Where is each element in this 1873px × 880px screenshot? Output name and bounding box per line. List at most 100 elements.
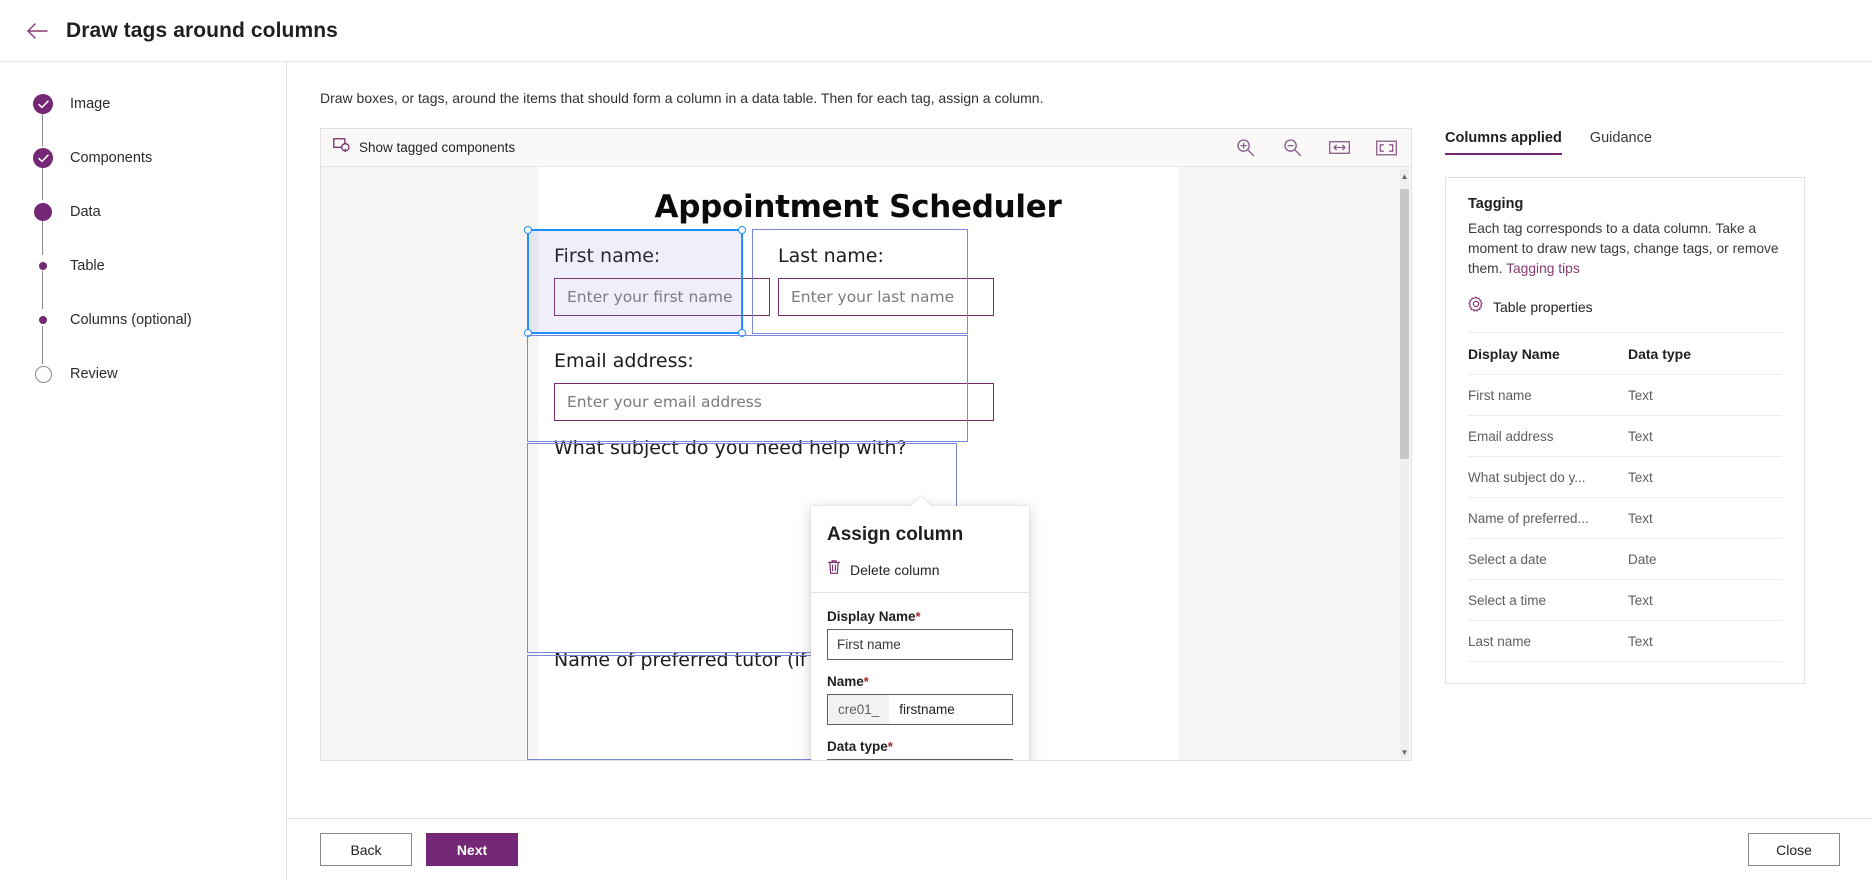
table-row[interactable]: Name of preferred... Text [1468,497,1782,539]
panel-tabs: Columns applied Guidance [1445,130,1805,155]
next-button[interactable]: Next [426,833,518,866]
top-header: Draw tags around columns [0,0,1873,62]
sidebar-item-image[interactable]: Image [0,90,286,118]
fit-width-icon[interactable] [1328,137,1350,159]
check-circle-icon [33,148,53,168]
cell-data-type: Text [1628,415,1782,457]
sidebar-item-label: Components [70,150,153,166]
table-header-row: Display Name Data type [1468,333,1782,375]
sidebar-item-columns[interactable]: Columns (optional) [0,306,286,334]
form-document-title: Appointment Scheduler [654,189,1062,225]
cell-display-name: First name [1468,374,1628,416]
step-marker [32,255,54,277]
columns-table-body: First name Text Email address Text What … [1468,374,1782,662]
close-button[interactable]: Close [1748,833,1840,866]
data-type-label: Data type* [827,739,893,754]
sidebar-item-review[interactable]: Review [0,360,286,388]
table-row[interactable]: Select a date Date [1468,538,1782,580]
show-tagged-components-button[interactable]: Show tagged components [333,137,516,158]
cell-data-type: Text [1628,456,1782,498]
display-name-label: Display Name* [827,609,921,624]
sidebar-item-label: Columns (optional) [70,312,192,328]
table-properties-label: Table properties [1493,298,1593,315]
column-header-display-name: Display Name [1468,333,1628,375]
step-marker [32,309,54,331]
tag-box-last-name[interactable] [752,229,968,334]
tab-columns-applied[interactable]: Columns applied [1445,130,1562,155]
empty-step-dot-icon [34,365,52,383]
sidebar-item-label: Data [70,204,101,220]
columns-applied-table: Display Name Data type First name Text E… [1468,333,1782,662]
table-row[interactable]: Last name Text [1468,620,1782,662]
check-circle-icon [33,94,53,114]
required-marker: * [863,674,869,689]
step-marker [32,93,54,115]
back-button[interactable]: Back [320,833,412,866]
fit-screen-icon[interactable] [1375,137,1397,159]
pending-step-dot-icon [39,316,47,324]
cell-display-name: Select a date [1468,538,1628,580]
step-marker [32,147,54,169]
zoom-in-icon[interactable] [1234,137,1256,159]
right-panel: Columns applied Guidance Tagging Each ta… [1445,128,1805,880]
table-row[interactable]: First name Text [1468,374,1782,416]
table-row[interactable]: Select a time Text [1468,579,1782,621]
display-name-input[interactable]: First name [827,629,1013,660]
data-type-select[interactable]: Text [827,759,1013,760]
main-content: Draw boxes, or tags, around the items th… [287,62,1873,880]
tag-box-first-name[interactable] [524,226,746,337]
sidebar-item-components[interactable]: Components [0,144,286,172]
cell-display-name: Last name [1468,620,1628,662]
tag-box-email[interactable] [527,335,968,442]
cell-display-name: Email address [1468,415,1628,457]
resize-handle-top-right[interactable] [738,226,746,234]
step-marker [32,363,54,385]
sidebar-item-data[interactable]: Data [0,198,286,226]
instruction-text: Draw boxes, or tags, around the items th… [320,90,1044,106]
trash-icon [827,559,841,580]
sidebar-item-label: Table [70,258,105,274]
cell-display-name: Name of preferred... [1468,497,1628,539]
resize-handle-top-left[interactable] [524,226,532,234]
required-marker: * [887,739,893,754]
name-label: Name* [827,674,869,689]
scroll-up-arrow-icon[interactable]: ▲ [1400,170,1409,182]
step-marker [32,201,54,223]
show-tagged-components-label: Show tagged components [359,140,516,155]
sidebar-item-label: Image [70,96,111,112]
canvas-toolbar: Show tagged components [321,129,1411,167]
column-header-data-type: Data type [1628,333,1782,375]
wizard-sidebar: Image Components Data Table Columns (opt… [0,62,287,880]
tagging-canvas-card: Show tagged components Appointment Sched… [320,128,1412,761]
sidebar-item-label: Review [70,366,118,382]
cell-data-type: Text [1628,620,1782,662]
tab-guidance[interactable]: Guidance [1590,130,1652,155]
name-input[interactable]: cre01_ firstname [827,694,1013,725]
assign-column-popup: Assign column Delete column Display Name… [811,497,1029,760]
table-row[interactable]: Email address Text [1468,415,1782,457]
cell-display-name: Select a time [1468,579,1628,621]
table-properties-button[interactable]: Table properties [1468,296,1782,333]
cell-display-name: What subject do y... [1468,456,1628,498]
pending-step-dot-icon [39,262,47,270]
required-marker: * [915,609,921,624]
tagging-tips-link[interactable]: Tagging tips [1506,261,1580,276]
delete-column-label: Delete column [850,561,940,578]
tag-components-icon [333,137,350,158]
delete-column-button[interactable]: Delete column [827,559,1013,592]
canvas-scroll-area[interactable]: Appointment Scheduler First name: Enter … [321,167,1411,760]
scroll-down-arrow-icon[interactable]: ▼ [1400,746,1409,758]
wizard-footer: Back Next Close [287,818,1873,880]
gear-icon [1468,296,1484,317]
table-row[interactable]: What subject do y... Text [1468,456,1782,498]
name-value[interactable]: firstname [889,695,955,724]
zoom-out-icon[interactable] [1281,137,1303,159]
cell-data-type: Text [1628,374,1782,416]
name-prefix: cre01_ [828,695,890,724]
popup-beak [910,497,932,507]
back-arrow-icon[interactable] [20,14,54,48]
tagging-card-title: Tagging [1468,196,1524,212]
sidebar-item-table[interactable]: Table [0,252,286,280]
cell-data-type: Date [1628,538,1782,580]
canvas-scrollbar-thumb[interactable] [1400,189,1409,459]
